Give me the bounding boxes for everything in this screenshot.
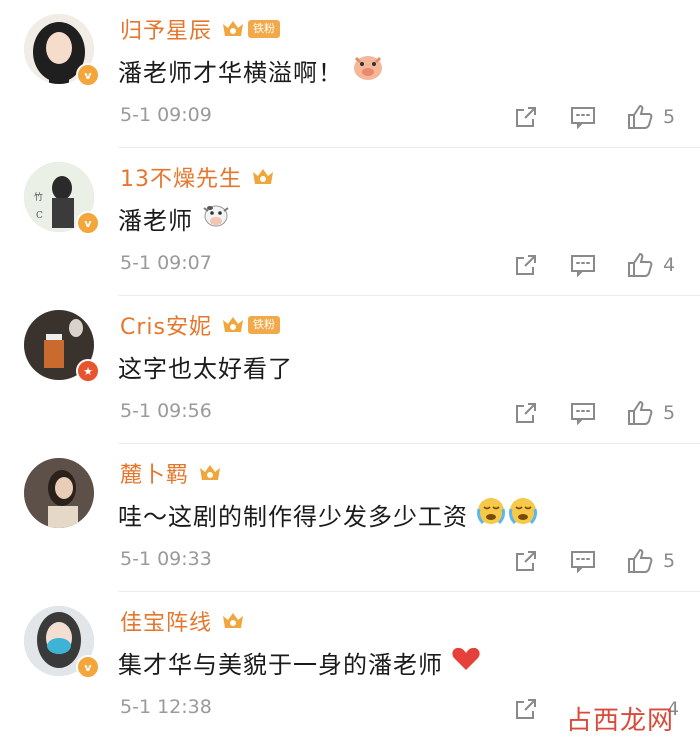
share-icon [516, 699, 536, 719]
avatar-container: v [0, 0, 100, 100]
like-count: 4 [663, 254, 676, 276]
comment-text: 这字也太好看了 [118, 346, 293, 386]
comment-icon [571, 403, 595, 425]
like-count: 5 [663, 106, 676, 128]
thumbs-up-icon [628, 104, 653, 129]
share-icon [516, 551, 536, 571]
thumbs-up-icon [628, 252, 653, 277]
thumbs-up-icon [628, 400, 653, 425]
fan-badge: 铁粉 [248, 20, 281, 38]
like-count: 5 [663, 550, 676, 572]
crying-emoji-icon [476, 496, 538, 532]
comment-text: 潘老师才华横溢啊！ [118, 50, 385, 90]
like-button[interactable]: 4 [627, 248, 675, 282]
thumbs-up-icon [628, 548, 653, 573]
crown-icon [220, 18, 246, 40]
share-icon [516, 255, 536, 275]
fan-badge: 铁粉 [247, 316, 280, 334]
username[interactable]: 佳宝阵线 [120, 605, 212, 637]
reply-button[interactable] [570, 396, 596, 430]
star-badge: ★ [76, 359, 100, 383]
like-button[interactable]: 5 [627, 100, 675, 134]
like-count: 5 [663, 402, 676, 424]
share-icon [516, 403, 536, 423]
share-button[interactable] [514, 544, 538, 578]
comment-text-content: 潘老师才华横溢啊！ [118, 58, 343, 87]
svg-text:竹: 竹 [34, 191, 43, 203]
avatar[interactable] [24, 458, 94, 528]
watermark-text: 占西龙网 [566, 706, 675, 736]
reply-button[interactable] [570, 544, 596, 578]
like-button[interactable]: 5 [627, 544, 675, 578]
share-icon [516, 107, 536, 127]
username[interactable]: 归予星辰 [120, 13, 212, 45]
comment-text-content: 哇～这剧的制作得少发多少工资 [118, 502, 468, 531]
comment-text-content: 集才华与美貌于一身的潘老师 [118, 650, 443, 679]
reply-button[interactable] [570, 248, 596, 282]
verified-badge: v [76, 63, 100, 87]
comment-icon [571, 255, 595, 277]
comment-text: 集才华与美貌于一身的潘老师 [118, 642, 481, 682]
crown-icon [220, 610, 246, 632]
comment-item: 竹 C v 13不燥先生 潘老师 5-1 09:07 4 [0, 148, 700, 296]
comment-item: v 归予星辰 铁粉 潘老师才华横溢啊！ 5-1 09:09 5 [0, 0, 700, 148]
verified-badge: v [76, 655, 100, 679]
verified-badge: v [76, 211, 100, 235]
share-button[interactable] [514, 396, 538, 430]
avatar-container [0, 444, 100, 544]
comment-icon [571, 551, 595, 573]
comment-actions: 5 [0, 100, 700, 134]
avatar-container: ★ [0, 296, 100, 396]
crown-icon [220, 314, 246, 336]
share-button[interactable] [514, 248, 538, 282]
comment-text-content: 这字也太好看了 [118, 354, 293, 383]
username[interactable]: 13不燥先生 [120, 161, 242, 193]
comment-actions: 4 [0, 248, 700, 282]
pig-emoji-icon [351, 52, 385, 88]
avatar-container: v [0, 592, 100, 692]
crown-icon [197, 462, 223, 484]
share-button[interactable] [514, 692, 538, 726]
username[interactable]: 麓卜羁 [120, 457, 189, 489]
like-button[interactable]: 5 [627, 396, 675, 430]
svg-text:C: C [36, 211, 43, 221]
comment-icon [571, 107, 595, 129]
cow-emoji-icon [201, 202, 231, 234]
comment-text: 潘老师 [118, 198, 231, 238]
comment-actions: 5 [0, 396, 700, 430]
avatar-container: 竹 C v [0, 148, 100, 248]
username[interactable]: Cris安妮 [120, 309, 212, 341]
comment-text-content: 潘老师 [118, 206, 193, 235]
comment-item: ★ Cris安妮 铁粉 这字也太好看了 5-1 09:56 5 [0, 296, 700, 444]
reply-button[interactable] [570, 100, 596, 134]
share-button[interactable] [514, 100, 538, 134]
comment-item: 麓卜羁 哇～这剧的制作得少发多少工资 5-1 09:33 5 [0, 444, 700, 592]
comment-actions: 5 [0, 544, 700, 578]
crown-icon [250, 166, 276, 188]
comment-text: 哇～这剧的制作得少发多少工资 [118, 494, 538, 534]
heart-emoji-icon [451, 646, 481, 678]
